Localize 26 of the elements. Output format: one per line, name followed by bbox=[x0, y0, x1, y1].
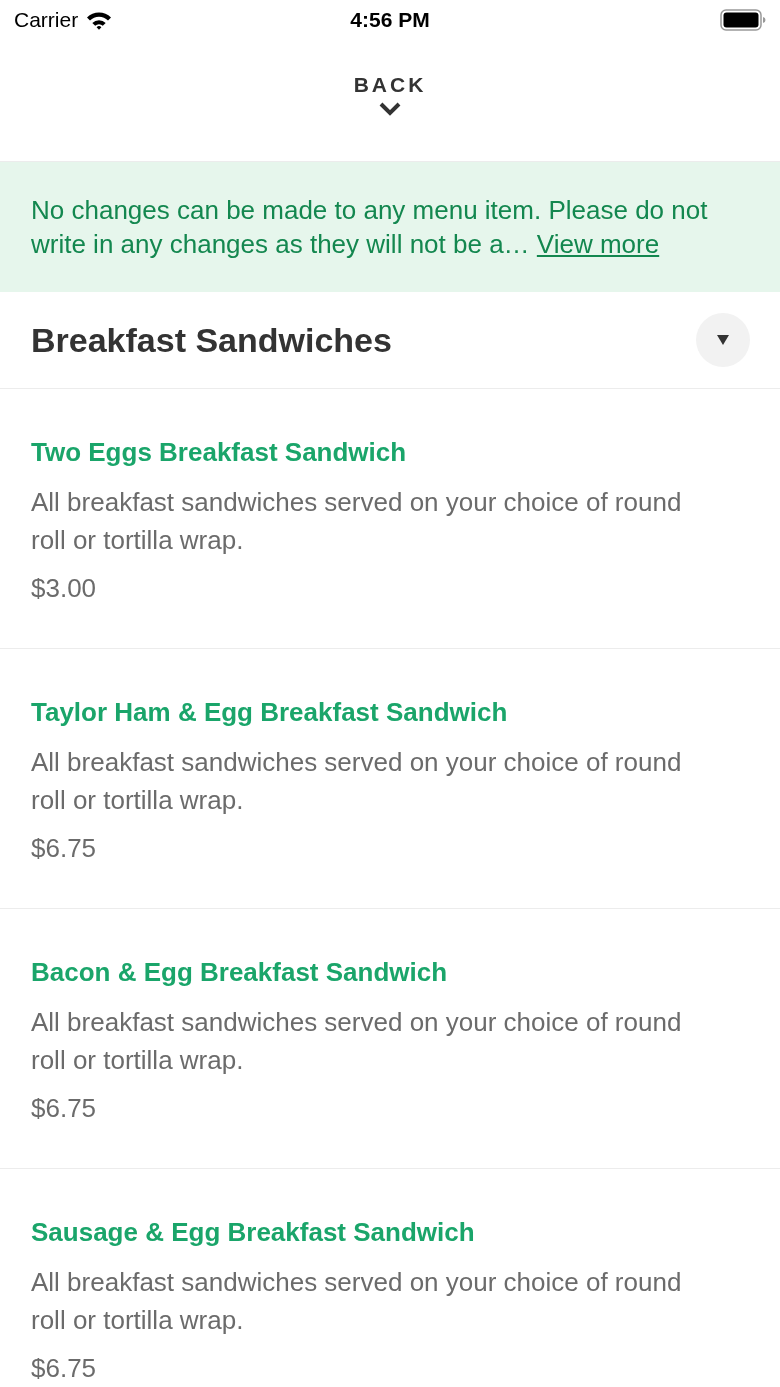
carrier-name: Carrier bbox=[14, 7, 79, 33]
item-description: All breakfast sandwiches served on your choice of round roll or tortilla wrap. bbox=[31, 746, 683, 817]
back-button[interactable]: BACK bbox=[353, 72, 427, 116]
notice-text: No changes can be made to any menu item. Please do not write in any changes as they will not be a… View more bbox=[31, 194, 709, 261]
item-price: $6.75 bbox=[31, 1092, 97, 1125]
item-name: Sausage & Egg Breakfast Sandwich bbox=[31, 1216, 475, 1248]
item-description: All breakfast sandwiches served on your choice of round roll or tortilla wrap. bbox=[31, 486, 683, 557]
menu-item[interactable]: Two Eggs Breakfast Sandwich All breakfast sandwiches served on your choice of round roll or tortilla wrap. $3.00 bbox=[0, 389, 780, 649]
wifi-icon bbox=[86, 10, 113, 30]
triangle-down-icon bbox=[717, 335, 729, 345]
item-price: $6.75 bbox=[31, 832, 97, 865]
item-description: All breakfast sandwiches served on your choice of round roll or tortilla wrap. bbox=[31, 1266, 683, 1337]
menu-item[interactable]: Bacon & Egg Breakfast Sandwich All breakfast sandwiches served on your choice of round roll or tortilla wrap. $6.75 bbox=[0, 909, 780, 1169]
item-price: $3.00 bbox=[31, 572, 97, 605]
item-price: $6.75 bbox=[31, 1352, 97, 1385]
item-name: Taylor Ham & Egg Breakfast Sandwich bbox=[31, 696, 508, 728]
item-description: All breakfast sandwiches served on your choice of round roll or tortilla wrap. bbox=[31, 1006, 683, 1077]
view-more-link[interactable]: View more bbox=[536, 229, 660, 259]
status-time: 4:56 PM bbox=[350, 7, 430, 33]
item-name: Two Eggs Breakfast Sandwich bbox=[31, 436, 407, 468]
menu-item[interactable]: Taylor Ham & Egg Breakfast Sandwich All breakfast sandwiches served on your choice of round roll or tortilla wrap. $6.75 bbox=[0, 649, 780, 909]
chevron-down-icon bbox=[379, 102, 401, 116]
item-name: Bacon & Egg Breakfast Sandwich bbox=[31, 956, 448, 988]
menu-item[interactable]: Sausage & Egg Breakfast Sandwich All breakfast sandwiches served on your choice of round roll or tortilla wrap. $6.75 bbox=[0, 1169, 780, 1387]
battery-icon bbox=[720, 9, 766, 31]
section-title: Breakfast Sandwiches bbox=[31, 320, 392, 360]
